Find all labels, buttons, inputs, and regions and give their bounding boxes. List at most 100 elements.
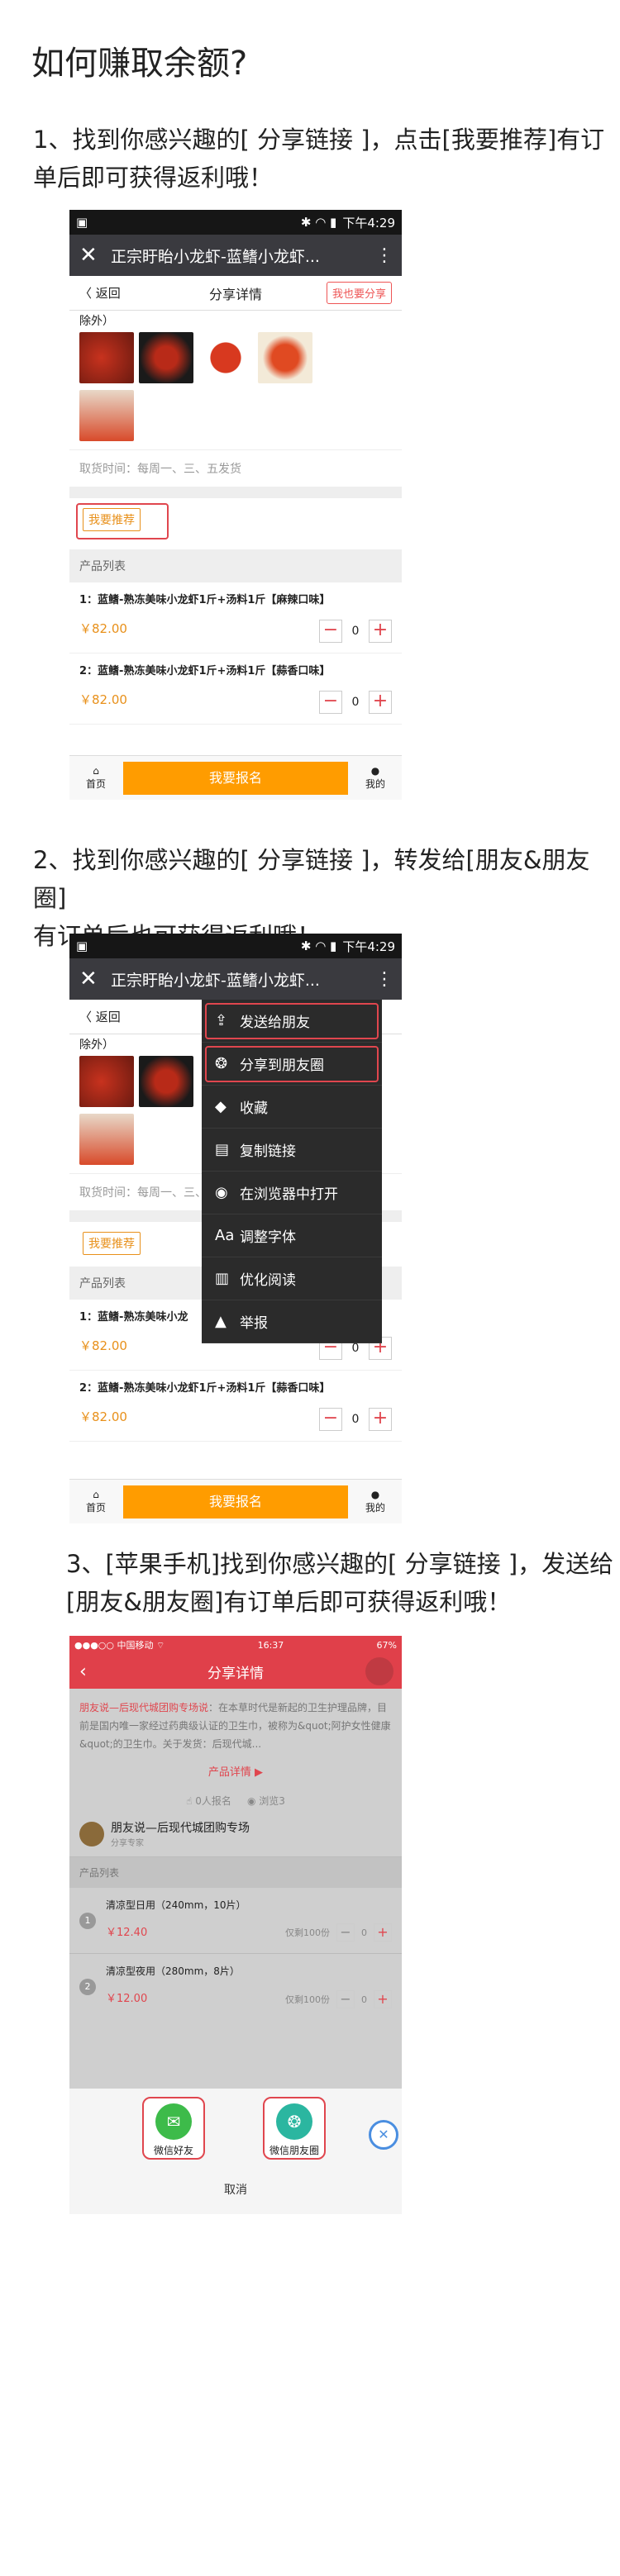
title-bar: ✕ 正宗盱眙小龙虾-蓝鳍小龙虾... ⋮ (69, 235, 402, 276)
close-icon[interactable]: ✕ (79, 967, 111, 991)
warning-icon: ▲ (215, 1313, 227, 1330)
product-name: 2：蓝鳍-熟冻美味小龙虾1斤+汤料1斤【蒜香口味】 (79, 1382, 331, 1395)
clock: 16:37 (257, 1639, 284, 1651)
step-1-line2: 单后即可获得返利哦！ (33, 164, 274, 192)
product-name: 2：蓝鳍-熟冻美味小龙虾1斤+汤料1斤【蒜香口味】 (79, 665, 331, 677)
battery: 67% (376, 1639, 397, 1651)
shop-sub: 分享专家 (111, 1839, 144, 1848)
detail-link[interactable]: 产品详情 ▶ (69, 1763, 402, 1779)
crayfish-image[interactable] (79, 332, 134, 383)
intro-text: 朋友说—后现代城团购专场说：在本草时代是新起的卫生护理品牌，目前是国内唯一家经过… (69, 1689, 402, 1763)
plus-button[interactable]: + (374, 1923, 392, 1942)
step-2-line1: 2、找到你感兴趣的[ 分享链接 ]，转发给[朋友&朋友圈] (33, 846, 590, 912)
screenshot-2: ▣ ✱ ◠ ▮ 下午4:29 ✕ 正宗盱眙小龙虾-蓝鳍小龙虾... ⋮ 〈 返回 … (69, 934, 402, 1523)
screenshot-3: ●●●○○ 中国移动 ⌔ 16:37 67% ‹ 分享详情 朋友说—后现代城团购… (69, 1636, 402, 2214)
close-icon[interactable]: ✕ (369, 2120, 398, 2150)
shop-name: 朋友说—后现代城团购专场 (111, 1822, 250, 1835)
view-count: 浏览3 (259, 1795, 285, 1807)
recommend-button[interactable]: 我要推荐 (83, 1232, 141, 1255)
shop-row[interactable]: 朋友说—后现代城团购专场分享专家 (69, 1808, 402, 1857)
status-bar: ▣ ✱ ◠ ▮ 下午4:29 (69, 210, 402, 235)
crayfish-image[interactable] (198, 332, 253, 383)
clock: 下午4:29 (342, 215, 395, 231)
more-icon[interactable]: ⋮ (375, 245, 393, 266)
more-icon[interactable]: ⋮ (375, 969, 393, 990)
eye-icon: ◉ (246, 1795, 256, 1807)
minus-button[interactable]: − (336, 1990, 355, 2008)
back-icon[interactable]: ‹ (79, 1661, 87, 1682)
product-list-header: 产品列表 (69, 549, 402, 582)
wechat-icon: ✉ (155, 2103, 192, 2140)
crayfish-image[interactable] (139, 332, 193, 383)
user-icon: ● (370, 1489, 380, 1500)
clock: 下午4:29 (342, 939, 395, 954)
nav-title: 分享详情 (207, 1665, 264, 1682)
menu-label: 在浏览器中打开 (240, 1186, 338, 1203)
menu-copy-link[interactable]: ▤ 复制链接 (202, 1129, 382, 1172)
except-text: 除外） (79, 315, 114, 328)
menu-favorite[interactable]: ◆ 收藏 (202, 1086, 382, 1129)
mine-label: 我的 (365, 1502, 385, 1514)
intro-highlight: 朋友说—后现代城团购专场说 (79, 1702, 209, 1713)
signup-button[interactable]: 我要报名 (123, 1485, 348, 1519)
product-name: 清凉型夜用（280mm，8片） (106, 1965, 240, 1977)
wechat-moments-button[interactable]: ❂ 微信朋友圈 (263, 2097, 326, 2160)
back-button[interactable]: 〈 返回 (79, 1008, 121, 1025)
back-button[interactable]: 〈 返回 (79, 284, 121, 302)
book-icon: ▥ (215, 1270, 230, 1287)
copy-icon: ▤ (215, 1141, 230, 1158)
assistive-touch-icon[interactable] (365, 1657, 393, 1685)
ios-status-bar: ●●●○○ 中国移动 ⌔ 16:37 67% (69, 1636, 402, 1654)
image-icon: ▣ (76, 215, 88, 230)
pickup-time: 取货时间：每周一、三、五发货 (69, 449, 402, 487)
menu-report[interactable]: ▲ 举报 (202, 1300, 382, 1343)
divider (69, 487, 402, 498)
minus-button[interactable]: − (319, 620, 342, 643)
menu-reading-mode[interactable]: ▥ 优化阅读 (202, 1257, 382, 1300)
product-row: 1 清凉型日用（240mm，10片） ￥12.40 仅剩100份 − 0 + (69, 1888, 402, 1954)
crayfish-image[interactable] (258, 332, 312, 383)
plus-button[interactable]: + (369, 691, 392, 714)
cancel-button[interactable]: 取消 (69, 2181, 402, 2198)
article-title: 正宗盱眙小龙虾-蓝鳍小龙虾... (111, 971, 320, 990)
product-list-header: 产品列表 (69, 1857, 402, 1888)
share-button[interactable]: 我也要分享 (326, 282, 392, 304)
screenshot-1: ▣ ✱ ◠ ▮ 下午4:29 ✕ 正宗盱眙小龙虾-蓝鳍小龙虾... ⋮ 〈 返回 … (69, 210, 402, 800)
home-tab[interactable]: ⌂ 首页 (79, 765, 112, 791)
highlight-box (205, 1003, 379, 1039)
menu-open-browser[interactable]: ◉ 在浏览器中打开 (202, 1172, 382, 1214)
menu-font-size[interactable]: Aa 调整字体 (202, 1214, 382, 1257)
mine-tab[interactable]: ● 我的 (359, 765, 392, 791)
crayfish-image[interactable] (79, 1114, 134, 1165)
bottom-bar: ⌂ 首页 我要报名 ● 我的 (69, 1479, 402, 1523)
moments-icon: ❂ (276, 2103, 312, 2140)
font-icon: Aa (215, 1227, 235, 1244)
home-tab[interactable]: ⌂ 首页 (79, 1489, 112, 1514)
product-row: 2：蓝鳍-熟冻美味小龙虾1斤+汤料1斤【蒜香口味】 ￥82.00 −0 + (69, 1371, 402, 1442)
signed-count: 0人报名 (195, 1795, 231, 1807)
close-icon[interactable]: ✕ (79, 243, 111, 268)
plus-button[interactable]: + (369, 620, 392, 643)
wechat-friend-button[interactable]: ✉ 微信好友 (142, 2097, 205, 2160)
minus-button[interactable]: − (319, 1408, 342, 1431)
mine-tab[interactable]: ● 我的 (359, 1489, 392, 1514)
mine-label: 我的 (365, 778, 385, 790)
crayfish-image[interactable] (139, 1056, 193, 1107)
product-index: 2 (79, 1979, 96, 1995)
minus-button[interactable]: − (319, 691, 342, 714)
quantity-value: 0 (361, 1927, 367, 1938)
minus-button[interactable]: − (336, 1923, 355, 1942)
signup-button[interactable]: 我要报名 (123, 761, 348, 795)
plus-button[interactable]: + (374, 1990, 392, 2008)
share-nav: 〈 返回 分享详情 我也要分享 (69, 276, 402, 311)
crayfish-image[interactable] (79, 1056, 134, 1107)
image-gallery: 除外） (69, 311, 402, 449)
wechat-moments-label: 微信朋友圈 (269, 2145, 319, 2156)
product-row: 2：蓝鳍-熟冻美味小龙虾1斤+汤料1斤【蒜香口味】 ￥82.00 −0 + (69, 654, 402, 725)
plus-button[interactable]: + (369, 1408, 392, 1431)
wifi-icon: ✱ ◠ ▮ (300, 939, 337, 953)
carrier: ●●●○○ 中国移动 ⌔ (74, 1640, 165, 1651)
recommend-row: 我要推荐 (69, 498, 402, 549)
product-name: 1：蓝鳍-熟冻美味小龙虾1斤+汤料1斤【麻辣口味】 (79, 594, 331, 606)
crayfish-image[interactable] (79, 390, 134, 441)
